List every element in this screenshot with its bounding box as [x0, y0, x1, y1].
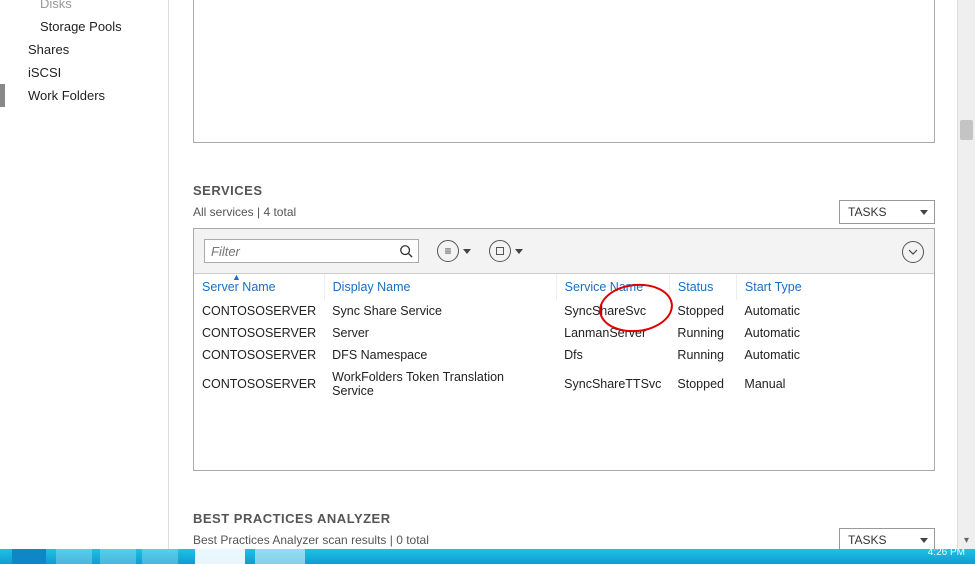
- bpa-title: BEST PRACTICES ANALYZER: [193, 511, 935, 526]
- chevron-down-icon[interactable]: [463, 249, 471, 254]
- table-row[interactable]: CONTOSOSERVER Server LanmanServer Runnin…: [194, 322, 934, 344]
- search-icon[interactable]: [397, 242, 415, 260]
- services-title: SERVICES: [193, 183, 935, 198]
- col-service-name[interactable]: Service Name: [556, 274, 669, 300]
- sidebar-nav: Disks Storage Pools Shares iSCSI Work Fo…: [0, 0, 169, 564]
- sidebar-item-shares[interactable]: Shares: [0, 38, 168, 61]
- taskbar-clock[interactable]: 4:26 PM: [928, 547, 965, 558]
- list-view-button[interactable]: [437, 240, 459, 262]
- tasks-label: TASKS: [848, 205, 886, 219]
- sidebar-item-iscsi[interactable]: iSCSI: [0, 61, 168, 84]
- services-toolbar: [194, 229, 934, 274]
- table-row[interactable]: CONTOSOSERVER WorkFolders Token Translat…: [194, 366, 934, 402]
- bpa-subtitle: Best Practices Analyzer scan results | 0…: [193, 533, 429, 547]
- sidebar-item-work-folders[interactable]: Work Folders: [0, 84, 168, 107]
- col-start-type[interactable]: Start Type: [736, 274, 934, 300]
- table-row[interactable]: CONTOSOSERVER DFS Namespace Dfs Running …: [194, 344, 934, 366]
- taskbar[interactable]: 4:26 PM: [0, 549, 975, 564]
- filter-input[interactable]: [204, 239, 419, 263]
- services-section-header: SERVICES All services | 4 total TASKS: [193, 183, 935, 224]
- col-server-name[interactable]: Server Name ▲: [194, 274, 324, 300]
- taskbar-running-app[interactable]: [255, 549, 305, 564]
- chevron-down-icon: [920, 210, 928, 215]
- start-button[interactable]: [12, 549, 46, 564]
- services-table: Server Name ▲ Display Name Service Name …: [194, 274, 934, 470]
- scrollbar-thumb[interactable]: [960, 120, 973, 140]
- sidebar-item-storage-pools[interactable]: Storage Pools: [0, 15, 168, 38]
- taskbar-pinned-app[interactable]: [142, 549, 178, 564]
- vertical-scrollbar[interactable]: ▾: [957, 0, 975, 549]
- chevron-down-icon: [920, 538, 928, 543]
- services-subtitle: All services | 4 total: [193, 205, 296, 219]
- col-status[interactable]: Status: [669, 274, 736, 300]
- sidebar-item-disks[interactable]: Disks: [0, 0, 168, 15]
- chevron-down-icon[interactable]: [515, 249, 523, 254]
- taskbar-pinned-app[interactable]: [56, 549, 92, 564]
- table-row[interactable]: CONTOSOSERVER Sync Share Service SyncSha…: [194, 300, 934, 322]
- services-refresh-button[interactable]: [489, 240, 511, 262]
- col-display-name[interactable]: Display Name: [324, 274, 556, 300]
- tasks-label: TASKS: [848, 533, 886, 547]
- taskbar-pinned-app[interactable]: [100, 549, 136, 564]
- taskbar-running-app[interactable]: [195, 549, 245, 564]
- services-tasks-button[interactable]: TASKS: [839, 200, 935, 224]
- sort-asc-icon: ▲: [232, 272, 241, 282]
- services-panel: Server Name ▲ Display Name Service Name …: [193, 228, 935, 471]
- upper-panel-box: [193, 0, 935, 143]
- expand-collapse-button[interactable]: [902, 241, 924, 263]
- bpa-section-header: BEST PRACTICES ANALYZER Best Practices A…: [193, 511, 935, 552]
